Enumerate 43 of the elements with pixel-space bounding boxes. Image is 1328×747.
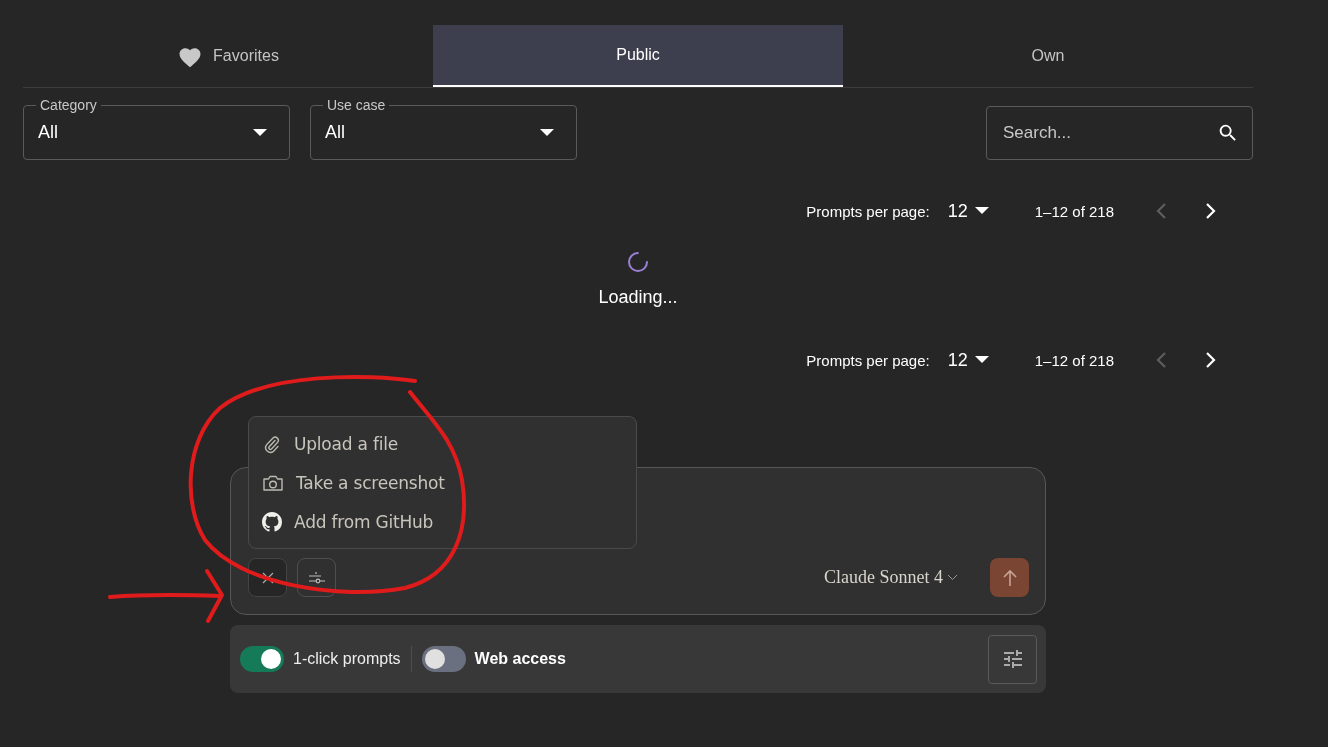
tab[interactable]: Own: [843, 25, 1253, 87]
page-range: 1–12 of 218: [1034, 202, 1114, 220]
per-page-select[interactable]: 12: [947, 349, 989, 371]
per-page-label: Prompts per page:: [806, 202, 930, 220]
caret-icon: [974, 207, 989, 215]
page-range: 1–12 of 218: [1034, 351, 1114, 369]
tab-label: Public: [616, 46, 660, 64]
loading-spinner-icon: [627, 251, 649, 273]
tab[interactable]: Public: [433, 25, 843, 87]
arrow-up-icon: [1002, 568, 1017, 587]
close-icon: [261, 571, 274, 584]
menu-item[interactable]: Upload a file: [249, 424, 636, 463]
caret-icon: [974, 356, 989, 364]
caret-icon: [540, 128, 554, 137]
send-button[interactable]: [990, 558, 1029, 597]
paperclip-icon: [262, 433, 282, 454]
dropdown-label: Use case: [326, 97, 387, 113]
caret-icon: [253, 128, 267, 137]
search-field[interactable]: Search...: [986, 106, 1253, 160]
slider-icon: [307, 570, 326, 585]
toggle-label: Web access: [474, 650, 566, 668]
dropdown[interactable]: Use case All: [310, 97, 577, 160]
model-selector[interactable]: Claude Sonnet 4: [824, 567, 958, 588]
dropdown[interactable]: Category All: [23, 97, 290, 160]
tab-label: Own: [1031, 47, 1065, 65]
toggle-switch[interactable]: [240, 646, 284, 672]
toggle-label: 1-click prompts: [293, 650, 401, 668]
tab-label: Favorites: [213, 47, 279, 65]
menu-item[interactable]: Add from GitHub: [249, 502, 636, 541]
tab[interactable]: Favorites: [23, 25, 433, 87]
per-page-label: Prompts per page:: [806, 351, 930, 369]
chevron-down-icon: [947, 574, 958, 581]
menu-item[interactable]: Take a screenshot: [249, 463, 636, 502]
per-page-select[interactable]: 12: [947, 200, 989, 222]
search-icon: [1217, 122, 1239, 144]
dropdown-label: Category: [39, 97, 98, 113]
dropdown-value: All: [38, 122, 58, 143]
loading-text: Loading...: [598, 287, 678, 308]
settings-button[interactable]: [988, 634, 1037, 684]
github-icon: [262, 511, 282, 532]
toggle-switch[interactable]: [421, 646, 466, 672]
tools-button[interactable]: [297, 558, 336, 597]
dropdown-value: All: [325, 122, 345, 143]
